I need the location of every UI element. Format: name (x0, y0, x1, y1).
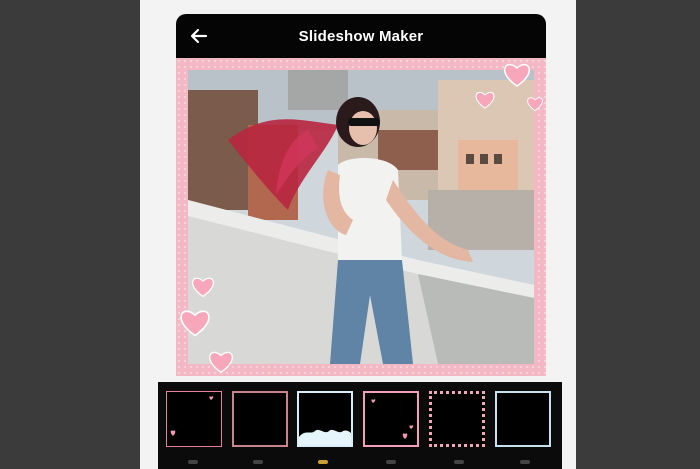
frame-thumb-4[interactable] (363, 391, 419, 447)
heart-icon (209, 351, 233, 373)
toolbar-peek (520, 460, 530, 464)
frame-selector-strip (158, 382, 562, 469)
preview-photo[interactable] (188, 70, 534, 364)
cloud-icon (299, 429, 351, 445)
heart-icon (504, 63, 530, 87)
page-title: Slideshow Maker (298, 27, 424, 45)
frame-thumb-3[interactable] (297, 391, 353, 447)
toolbar-peek (386, 460, 396, 464)
heart-icon (527, 97, 543, 112)
arrow-left-icon[interactable] (188, 25, 210, 47)
app-bar: Slideshow Maker (176, 14, 546, 58)
heart-icon (192, 277, 214, 298)
frame-thumb-5[interactable] (429, 391, 485, 447)
heart-icon (180, 310, 210, 337)
preview-photo-image (188, 70, 534, 364)
phone-screen: Slideshow Maker (140, 0, 576, 469)
toolbar-peek (318, 460, 328, 464)
heart-icon (475, 91, 495, 109)
toolbar-peek (253, 460, 263, 464)
frame-thumb-6[interactable] (495, 391, 551, 447)
frame-thumb-2[interactable] (232, 391, 288, 447)
preview-frame (176, 58, 546, 376)
toolbar-peek (188, 460, 198, 464)
heart-icon (170, 396, 214, 436)
frame-thumb-1[interactable] (166, 391, 222, 447)
toolbar-peek (454, 460, 464, 464)
heart-icon (371, 399, 414, 439)
